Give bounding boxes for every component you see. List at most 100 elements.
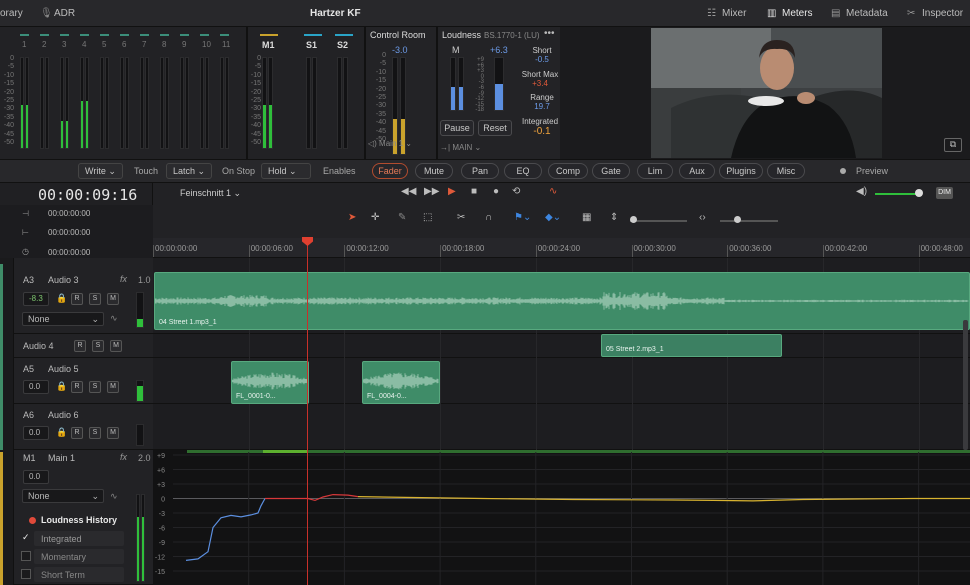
latch-dropdown[interactable]: Latch ⌄ [166, 163, 212, 179]
metadata-tab[interactable]: Metadata [846, 8, 888, 19]
flag-icon[interactable]: ⚑⌄ [514, 212, 531, 223]
trim-icon[interactable]: ⬚ [423, 212, 432, 223]
mute-button[interactable]: M [107, 293, 119, 305]
vertical-scrollbar[interactable] [963, 320, 968, 450]
fast-forward-icon[interactable]: ▶▶ [424, 186, 439, 197]
track-height-icon[interactable]: ▦ [582, 212, 591, 223]
library-tab[interactable]: orary [0, 8, 23, 19]
razor-icon[interactable]: ✂ [457, 212, 465, 223]
audio-clip[interactable]: 04 Street 1.mp3_1 [154, 272, 970, 330]
pointer-icon[interactable]: ➤ [348, 212, 356, 223]
audio-clip[interactable]: FL_0004-0... [362, 361, 440, 404]
play-icon[interactable]: ▶ [448, 186, 456, 197]
track-assign-dropdown[interactable]: None ⌄ [22, 489, 104, 503]
track-volume[interactable]: -8.3 [23, 292, 49, 306]
snap-icon[interactable]: ∩ [485, 212, 492, 223]
track-volume[interactable]: 0.0 [23, 426, 49, 440]
short-term-option-label[interactable]: Short Term [41, 570, 85, 580]
lock-icon[interactable]: 🔒 [56, 427, 67, 438]
dim-button[interactable]: DIM [936, 187, 953, 199]
record-icon[interactable]: ● [493, 186, 499, 197]
range-select-icon[interactable]: ✛ [371, 212, 379, 223]
solo-button[interactable]: S [89, 293, 101, 305]
horizontal-zoom-knob[interactable] [734, 216, 741, 223]
record-arm-button[interactable]: R [71, 427, 83, 439]
track-name[interactable]: Audio 3 [48, 275, 79, 285]
track-name[interactable]: Main 1 [48, 453, 75, 463]
record-arm-button[interactable]: R [71, 381, 83, 393]
vertical-zoom-icon[interactable]: ⇕ [610, 212, 618, 223]
lock-icon[interactable]: 🔒 [56, 293, 67, 304]
track-assign-dropdown[interactable]: None ⌄ [22, 312, 104, 326]
audio-clip[interactable]: FL_0001-0... [231, 361, 309, 404]
momentary-checkbox[interactable] [21, 551, 31, 561]
speaker-icon[interactable]: ◀) [856, 186, 867, 197]
automation-toggle-pan[interactable]: Pan [461, 163, 499, 179]
hold-dropdown[interactable]: Hold ⌄ [261, 163, 311, 179]
more-icon[interactable]: ••• [544, 28, 555, 39]
track-volume[interactable]: 0.0 [23, 380, 49, 394]
marker-icon[interactable]: ◆⌄ [545, 212, 561, 223]
check-icon: ✓ [22, 532, 30, 542]
mute-button[interactable]: M [107, 381, 119, 393]
pause-button[interactable]: Pause [440, 120, 474, 136]
fx-icon[interactable]: fx [120, 452, 127, 462]
track-name[interactable]: Audio 5 [48, 364, 79, 374]
adr-tab[interactable]: ADR [54, 8, 75, 19]
track-name[interactable]: Audio 6 [48, 410, 79, 420]
automation-toggle-comp[interactable]: Comp [548, 163, 588, 179]
stop-icon[interactable]: ■ [471, 186, 477, 197]
horizontal-zoom-slider[interactable] [720, 220, 778, 222]
pencil-icon[interactable]: ✎ [398, 212, 406, 223]
write-dropdown[interactable]: Write ⌄ [78, 163, 123, 179]
lock-icon[interactable]: 🔒 [56, 381, 67, 392]
automation-toggle-lim[interactable]: Lim [637, 163, 673, 179]
momentary-option-label[interactable]: Momentary [41, 552, 86, 562]
track-header-m1[interactable]: M1 Main 1 fx 2.0 0.0 None ⌄ ∿ Loudness Hi… [14, 450, 153, 585]
reset-button[interactable]: Reset [478, 120, 512, 136]
short-term-checkbox[interactable] [21, 569, 31, 579]
mute-button[interactable]: M [110, 340, 122, 352]
timeline-ruler[interactable]: 00:00:00:00 00:00:06:00 00:00:12:00 00:00:1… [153, 238, 970, 258]
automation-toggle-misc[interactable]: Misc [767, 163, 805, 179]
loudness-history-record-icon[interactable] [29, 517, 36, 524]
track-header-a6[interactable]: A6 Audio 6 0.0 🔒 R S M [14, 404, 153, 450]
volume-slider-knob[interactable] [915, 189, 923, 197]
automation-curve-icon[interactable]: ∿ [110, 313, 118, 324]
solo-button[interactable]: S [89, 381, 101, 393]
solo-button[interactable]: S [89, 427, 101, 439]
automation-toggle-aux[interactable]: Aux [679, 163, 715, 179]
viewer-mode-icon[interactable]: ⧉ [944, 138, 962, 152]
automation-toggle-eq[interactable]: EQ [504, 163, 542, 179]
record-arm-button[interactable]: R [74, 340, 86, 352]
track-header-a3[interactable]: A3 Audio 3 fx 1.0 -8.3 🔒 R S M None ⌄ ∿ [14, 258, 153, 334]
automation-toggle-plugins[interactable]: Plugins [719, 163, 763, 179]
loop-icon[interactable]: ⟲ [512, 186, 520, 197]
integrated-option-label[interactable]: Integrated [41, 534, 82, 544]
record-arm-button[interactable]: R [71, 293, 83, 305]
track-header-a5[interactable]: A5 Audio 5 0.0 🔒 R S M [14, 358, 153, 404]
automation-toggle-fader[interactable]: Fader [372, 163, 408, 179]
mute-button[interactable]: M [107, 427, 119, 439]
audio-clip[interactable]: 05 Street 2.mp3_1 [601, 334, 782, 357]
vertical-zoom-slider[interactable] [630, 220, 687, 222]
mixer-tab[interactable]: Mixer [722, 8, 746, 19]
inspector-tab[interactable]: Inspector [922, 8, 963, 19]
track-name[interactable]: Audio 4 [23, 341, 54, 351]
automation-curve-icon[interactable]: ∿ [110, 491, 118, 502]
automation-toggle-mute[interactable]: Mute [415, 163, 453, 179]
fx-icon[interactable]: fx [120, 274, 127, 284]
vertical-zoom-knob[interactable] [630, 216, 637, 223]
automation-toggle-gate[interactable]: Gate [592, 163, 630, 179]
automation-icon[interactable]: ∿ [549, 186, 557, 197]
preview-button[interactable]: Preview [856, 166, 888, 176]
meters-tab[interactable]: Meters [782, 8, 813, 19]
solo-button[interactable]: S [92, 340, 104, 352]
track-header-a4[interactable]: Audio 4 R S M [14, 334, 153, 358]
rewind-icon[interactable]: ◀◀ [401, 186, 416, 197]
playhead[interactable] [307, 240, 308, 585]
loudness-output[interactable]: →| MAIN ⌄ [440, 143, 481, 152]
timeline-selector[interactable]: Feinschnitt 1 ⌄ [180, 188, 241, 199]
horizontal-zoom-icon[interactable]: ‹› [699, 212, 706, 223]
track-volume[interactable]: 0.0 [23, 470, 49, 484]
